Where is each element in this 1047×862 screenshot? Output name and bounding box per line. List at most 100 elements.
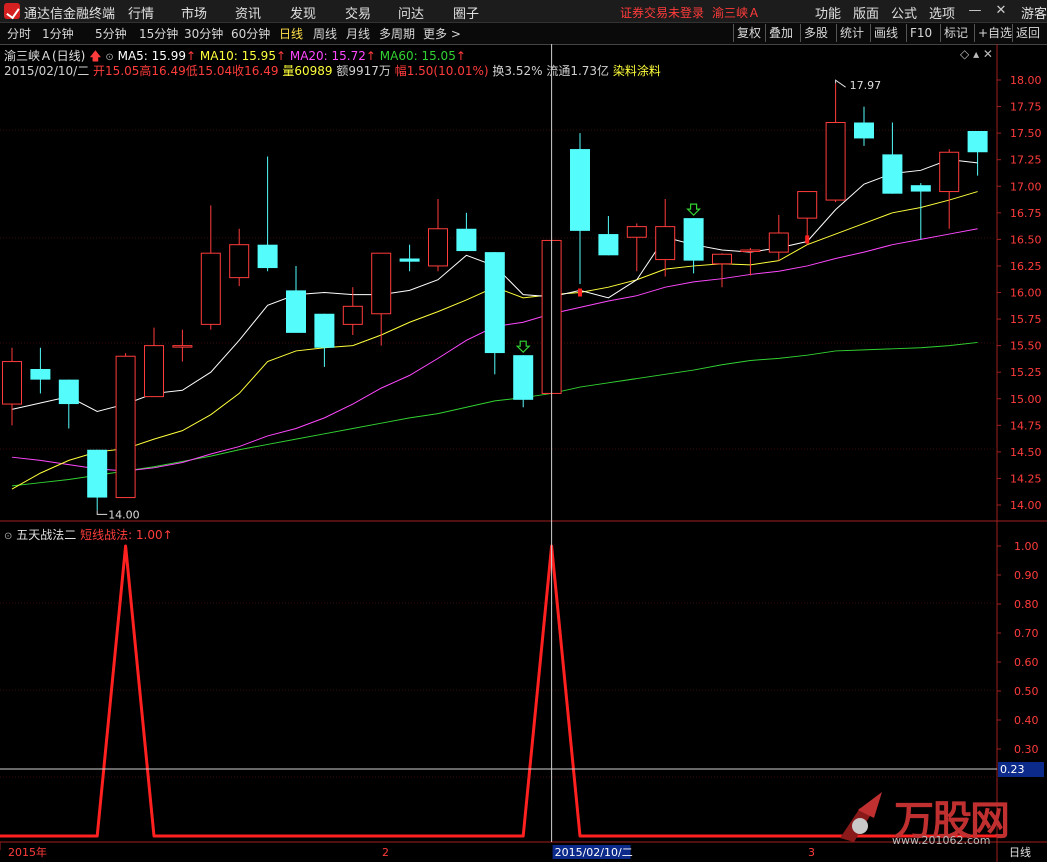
candle-4 (115, 353, 136, 499)
candle-34 (967, 131, 988, 176)
minimize-icon[interactable]: — (966, 2, 984, 20)
candle-body (30, 369, 51, 380)
period-more[interactable]: 更多 > (423, 25, 461, 42)
menu-market[interactable]: 市场 (181, 3, 207, 22)
candle-body (910, 185, 931, 192)
draw-line-button[interactable]: 画线 (870, 24, 901, 42)
candle-body (314, 313, 335, 348)
login-warning[interactable]: 证券交易未登录 (620, 4, 704, 21)
x-cursor-date-label: 2015/02/10/二 (555, 846, 633, 859)
menu-discover[interactable]: 发现 (290, 3, 316, 22)
price-tick-label: 18.00 (1010, 74, 1042, 87)
menu-circle[interactable]: 圈子 (453, 3, 479, 22)
candle-body (825, 122, 846, 201)
stock-period-label: 渝三峡Ａ(日线) (4, 49, 86, 63)
candle-body (712, 253, 732, 265)
menu-function[interactable]: 功能 (815, 3, 841, 22)
low-price-label: 14.00 (108, 508, 140, 521)
candle-7 (200, 205, 221, 330)
candle-17 (484, 252, 505, 375)
candle-body (144, 345, 164, 398)
price-tick-label: 14.00 (1010, 499, 1042, 512)
high-price-pointer (835, 79, 846, 88)
price-tick-label: 14.25 (1010, 472, 1042, 485)
candle-body (939, 151, 960, 193)
info-sector[interactable]: 染料涂料 (613, 64, 661, 78)
multi-stock-button[interactable]: 多股 (800, 24, 831, 42)
sell-signal-arrow-icon (686, 203, 702, 216)
close-icon[interactable]: ✕ (992, 2, 1010, 20)
price-tick-label: 17.25 (1010, 154, 1042, 167)
candle-3 (87, 449, 108, 511)
close-small-icon[interactable]: ✕ (983, 47, 993, 61)
kline-chart-area[interactable]: 14.00 17.97 18.00 17.75 17.50 17.25 17.00 16.7… (0, 44, 1047, 862)
info-low: 低15.04 (185, 64, 233, 78)
candle-8 (229, 228, 250, 287)
add-watchlist-button[interactable]: +自选 (974, 24, 1015, 42)
candle-body (655, 226, 676, 261)
guest-label[interactable]: 游客 (1021, 3, 1047, 22)
indicator-name[interactable]: 五天战法二 (16, 528, 76, 542)
statistics-button[interactable]: 统计 (836, 24, 867, 42)
candle-29 (825, 83, 846, 203)
period-minute-time[interactable]: 分时 (7, 25, 31, 42)
candle-body (456, 228, 477, 252)
period-daily[interactable]: 日线 (279, 25, 303, 42)
indicator-tick-label: 0.30 (1014, 743, 1039, 756)
candle-32 (910, 183, 931, 240)
candle-body (570, 149, 590, 231)
indicator-line-label: 短线战法: 1.00 (80, 528, 163, 542)
collapse-icon[interactable]: ◇ (960, 47, 969, 61)
candle-body (882, 154, 903, 194)
back-button[interactable]: 返回 (1012, 24, 1043, 42)
f10-button[interactable]: F10 (906, 24, 935, 42)
candle-9 (257, 156, 278, 272)
info-turnover: 换3.52% (492, 64, 543, 78)
menu-quotes[interactable]: 行情 (128, 3, 154, 22)
indicator-header: ⊙ 五天战法二 短线战法: 1.00↑ (4, 526, 173, 543)
buy-signal-marker-icon (805, 235, 810, 244)
period-weekly[interactable]: 周线 (313, 25, 337, 42)
mark-button[interactable]: 标记 (940, 24, 971, 42)
menu-news[interactable]: 资讯 (235, 3, 261, 22)
up-triangle-icon[interactable]: ▴ (973, 47, 979, 61)
candle-33 (939, 149, 960, 229)
menu-layout[interactable]: 版面 (853, 3, 879, 22)
menu-options[interactable]: 选项 (929, 3, 955, 22)
candle-body (768, 232, 789, 253)
period-5min[interactable]: 5分钟 (95, 25, 127, 42)
period-monthly[interactable]: 月线 (346, 25, 370, 42)
menu-ask[interactable]: 问达 (398, 3, 424, 22)
candle-10 (286, 265, 306, 333)
app-title: 通达信金融终端 (24, 7, 116, 22)
indicator-settings-icon[interactable]: ⊙ (4, 531, 12, 542)
watermark-url: www.201062.com (892, 834, 991, 847)
info-close: 收16.49 (232, 64, 279, 78)
x-axis-label-mar: 3 (808, 846, 815, 859)
period-60min[interactable]: 60分钟 (231, 25, 270, 42)
candle-body (428, 228, 448, 267)
period-15min[interactable]: 15分钟 (139, 25, 178, 42)
price-tick-label: 15.50 (1010, 340, 1042, 353)
candle-body (371, 252, 392, 315)
ma10-up-arrow-icon: ↑ (275, 49, 287, 63)
ma60-up-arrow-icon: ↑ (455, 49, 466, 63)
period-30min[interactable]: 30分钟 (184, 25, 223, 42)
price-tick-label: 17.00 (1010, 180, 1042, 193)
price-tick-label: 15.75 (1010, 313, 1042, 326)
menu-bar: 通达信金融终端 行情 市场 资讯 发现 交易 问达 圈子 证券交易未登录 渝三峡… (0, 0, 1047, 23)
indicator-tick-label: 1.00 (1014, 540, 1039, 553)
menu-trade[interactable]: 交易 (345, 3, 371, 22)
app-logo-icon (4, 3, 20, 19)
period-multi[interactable]: 多周期 (379, 25, 415, 42)
menu-formula[interactable]: 公式 (891, 3, 917, 22)
candle-27 (768, 214, 789, 261)
watermark-logo: 万股网 www.201062.com (830, 788, 1020, 850)
restore-rights-button[interactable]: 复权 (733, 24, 764, 42)
info-float: 流通1.73亿 (546, 64, 610, 78)
candle-2 (58, 379, 79, 429)
period-1min[interactable]: 1分钟 (42, 25, 74, 42)
indicator-tick-label: 0.60 (1014, 656, 1039, 669)
overlay-button[interactable]: 叠加 (765, 24, 796, 42)
candle-body (740, 249, 761, 252)
